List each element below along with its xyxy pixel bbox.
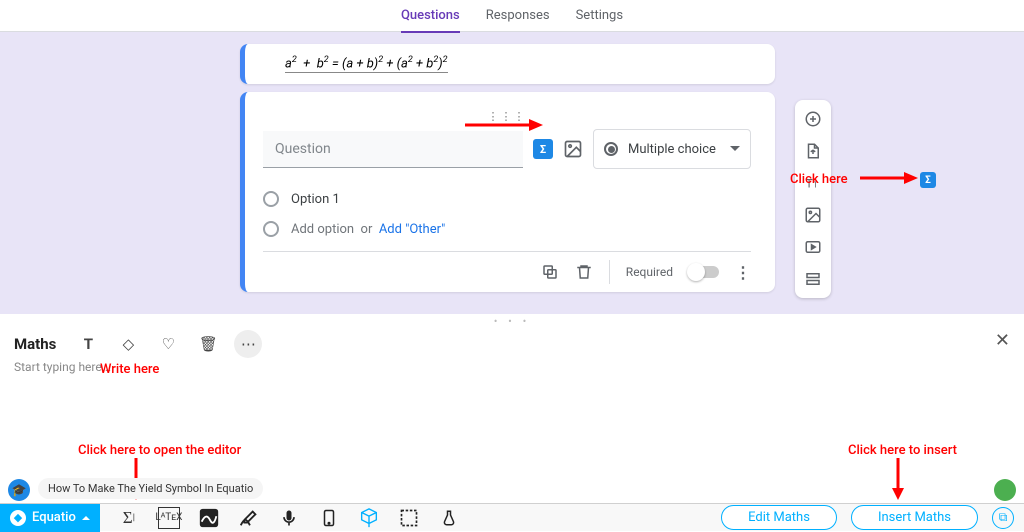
add-video-icon[interactable] (804, 238, 822, 256)
tab-questions[interactable]: Questions (401, 0, 460, 33)
add-image-icon[interactable] (804, 206, 822, 224)
maths-title: Maths (14, 335, 56, 353)
annotation-write-here: Write here (100, 362, 159, 377)
3d-icon[interactable] (358, 507, 380, 529)
option-label: Option 1 (291, 192, 340, 207)
more-icon[interactable]: ⋮ (735, 263, 751, 282)
arrow-annotation (888, 458, 908, 502)
delete-icon[interactable]: 🗑 (194, 330, 222, 358)
screenshot-icon[interactable] (398, 507, 420, 529)
color-tool-icon[interactable]: ◇ (114, 330, 142, 358)
add-question-icon[interactable] (804, 110, 822, 128)
equatio-toggle-button[interactable]: ◆ Equatio (0, 504, 100, 532)
mobile-icon[interactable] (318, 507, 340, 529)
card-footer: Required ⋮ (263, 251, 751, 284)
tab-settings[interactable]: Settings (576, 0, 623, 31)
tab-bar: Questions Responses Settings (0, 0, 1024, 32)
required-label: Required (626, 265, 673, 279)
question-type-select[interactable]: Multiple choice (593, 129, 751, 169)
annotation-click-here: Click here (790, 172, 848, 187)
add-section-icon[interactable] (804, 270, 822, 288)
image-icon[interactable] (563, 139, 583, 159)
graph-icon[interactable] (198, 507, 220, 529)
chevron-down-icon (730, 146, 740, 156)
equatio-logo-icon: ◆ (10, 510, 26, 526)
latex-icon[interactable]: LᴬTᴇX (158, 507, 180, 529)
copy-icon[interactable] (541, 263, 559, 281)
equatio-tools: Σ| LᴬTᴇX (100, 507, 478, 529)
more-tools-icon[interactable]: ⋯ (234, 330, 262, 358)
equatio-label: Equatio (32, 510, 76, 525)
chevron-up-icon (82, 512, 90, 520)
equatio-bar: ◆ Equatio Σ| LᴬTᴇX Edit Maths Insert Mat… (0, 503, 1024, 531)
add-other-link[interactable]: Add "Other" (379, 222, 445, 237)
favorite-icon[interactable]: ♡ (154, 330, 182, 358)
trash-icon[interactable] (575, 263, 593, 281)
tab-responses[interactable]: Responses (486, 0, 550, 31)
speech-icon[interactable] (278, 507, 300, 529)
add-option-row[interactable]: Add option or Add "Other" (263, 221, 751, 237)
import-icon[interactable] (804, 142, 822, 160)
radio-empty-icon (263, 191, 279, 207)
close-icon[interactable]: ✕ (995, 330, 1010, 351)
equatio-insert-icon[interactable]: Σ (533, 139, 553, 159)
radio-icon (604, 142, 618, 156)
question-type-label: Multiple choice (628, 142, 716, 157)
divider (609, 260, 610, 284)
insert-maths-button[interactable]: Insert Maths (851, 505, 978, 530)
equatio-option-icon[interactable]: Σ (920, 172, 936, 188)
text-tool-icon[interactable]: T (74, 330, 102, 358)
formula-text: a2 + b2 = (a + b)2 + (a2 + b2)2 (285, 55, 448, 73)
question-input[interactable] (263, 131, 523, 168)
option-row[interactable]: Option 1 (263, 191, 751, 207)
maths-input[interactable]: Start typing here... (14, 360, 111, 374)
edit-maths-button[interactable]: Edit Maths (721, 505, 837, 530)
user-avatar-icon[interactable] (994, 479, 1016, 501)
how-to-chip[interactable]: How To Make The Yield Symbol In Equatio (38, 478, 263, 499)
handwriting-icon[interactable] (238, 507, 260, 529)
formula-card[interactable]: a2 + b2 = (a + b)2 + (a2 + b2)2 (240, 44, 775, 84)
copy-maths-icon[interactable]: ⧉ (992, 507, 1014, 529)
arrow-annotation (860, 168, 920, 188)
stem-icon[interactable] (438, 507, 460, 529)
required-toggle[interactable] (689, 266, 719, 278)
side-toolbar: TT (795, 100, 831, 298)
add-option-text: Add option or Add "Other" (291, 222, 445, 237)
help-avatar-icon[interactable]: 🎓 (8, 479, 30, 501)
radio-empty-icon (263, 221, 279, 237)
arrow-annotation (465, 115, 545, 135)
equation-editor-icon[interactable]: Σ| (118, 507, 140, 529)
annotation-insert: Click here to insert (848, 443, 957, 458)
annotation-open-editor: Click here to open the editor (78, 443, 241, 458)
